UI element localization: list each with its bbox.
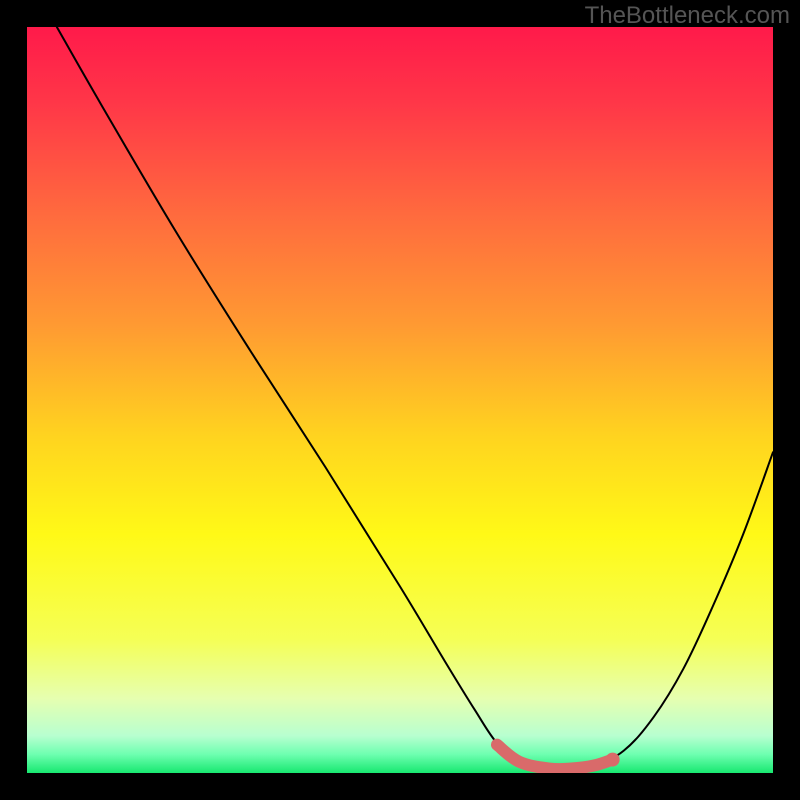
watermark-text: TheBottleneck.com (585, 2, 790, 30)
plot-area (27, 27, 773, 773)
chart-container: TheBottleneck.com (0, 0, 800, 800)
chart-svg (27, 27, 773, 773)
highlight-end-dot (606, 753, 620, 767)
